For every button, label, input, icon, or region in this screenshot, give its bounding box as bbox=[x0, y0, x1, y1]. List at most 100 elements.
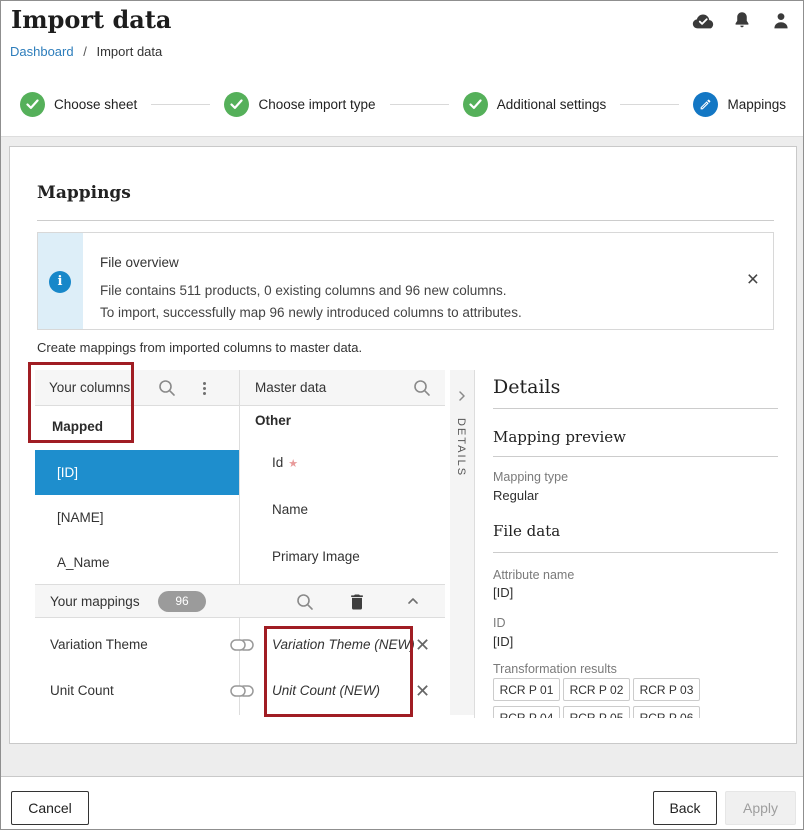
details-title: Details bbox=[493, 376, 560, 398]
step-choose-sheet[interactable]: Choose sheet bbox=[20, 92, 137, 117]
kebab-menu-icon[interactable] bbox=[195, 379, 213, 397]
wizard-stepper: Choose sheet Choose import type Addition… bbox=[1, 73, 804, 137]
your-columns-list: [ID] [NAME] A_Name bbox=[35, 450, 239, 585]
id-label: ID bbox=[493, 616, 506, 630]
mapping-row-unit-count: Unit Count Unit Count (NEW) ✕ bbox=[35, 668, 447, 714]
master-data-header: Master data bbox=[239, 370, 445, 406]
mapping-target: Unit Count (NEW) bbox=[272, 668, 380, 714]
breadcrumb-dashboard-link[interactable]: Dashboard bbox=[10, 44, 74, 59]
transformation-chip: RCR P 04 bbox=[493, 706, 560, 718]
close-icon[interactable]: × bbox=[747, 269, 759, 290]
id-value: [ID] bbox=[493, 634, 513, 649]
master-item-name[interactable]: Name bbox=[272, 502, 308, 517]
back-button[interactable]: Back bbox=[653, 791, 717, 825]
link-icon bbox=[230, 637, 254, 653]
instruction-text: Create mappings from imported columns to… bbox=[37, 340, 362, 355]
transformation-chip: RCR P 03 bbox=[633, 678, 700, 701]
search-icon[interactable] bbox=[412, 378, 432, 398]
transformation-chip: RCR P 02 bbox=[563, 678, 630, 701]
step-additional-settings[interactable]: Additional settings bbox=[463, 92, 607, 117]
details-tab-label: DETAILS bbox=[455, 418, 467, 477]
step-choose-import-type[interactable]: Choose import type bbox=[224, 92, 375, 117]
mapped-group-label: Mapped bbox=[52, 419, 103, 434]
remove-mapping-icon[interactable]: ✕ bbox=[415, 668, 430, 714]
step-label: Additional settings bbox=[497, 97, 607, 112]
mapping-type-value: Regular bbox=[493, 488, 539, 503]
step-connector bbox=[151, 104, 210, 105]
mapping-type-label: Mapping type bbox=[493, 470, 568, 484]
step-label: Mappings bbox=[727, 97, 786, 112]
step-label: Choose sheet bbox=[54, 97, 137, 112]
bell-icon[interactable] bbox=[730, 9, 754, 33]
cancel-button[interactable]: Cancel bbox=[11, 791, 89, 825]
your-columns-header: Your columns bbox=[35, 370, 239, 406]
step-done-check-icon bbox=[20, 92, 45, 117]
search-icon[interactable] bbox=[157, 378, 177, 398]
mapping-target: Variation Theme (NEW) bbox=[272, 622, 415, 668]
attribute-name-label: Attribute name bbox=[493, 568, 574, 582]
master-item-primary-image[interactable]: Primary Image bbox=[272, 549, 360, 564]
divider bbox=[37, 220, 774, 221]
transformation-chip-row: RCR P 04 RCR P 05 RCR P 06 bbox=[493, 706, 700, 718]
mappings-card: Mappings i File overview File contains 5… bbox=[9, 146, 797, 744]
your-columns-label: Your columns bbox=[49, 370, 130, 405]
cloud-check-icon[interactable] bbox=[691, 9, 715, 33]
info-icon: i bbox=[49, 271, 71, 293]
apply-button[interactable]: Apply bbox=[725, 791, 796, 825]
section-title: Mappings bbox=[37, 183, 131, 203]
details-collapse-strip[interactable]: DETAILS bbox=[450, 370, 474, 715]
trash-icon[interactable] bbox=[347, 592, 367, 612]
your-mappings-bar: Your mappings 96 bbox=[35, 584, 445, 618]
transformation-chip: RCR P 05 bbox=[563, 706, 630, 718]
mapping-row-variation-theme: Variation Theme Variation Theme (NEW) ✕ bbox=[35, 622, 447, 668]
column-row-name[interactable]: [NAME] bbox=[35, 495, 239, 540]
mappings-list: Variation Theme Variation Theme (NEW) ✕ … bbox=[35, 622, 447, 714]
remove-mapping-icon[interactable]: ✕ bbox=[415, 622, 430, 668]
footer-bar: Cancel Back Apply bbox=[1, 776, 804, 830]
attribute-name-value: [ID] bbox=[493, 585, 513, 600]
your-mappings-label: Your mappings bbox=[50, 585, 140, 618]
search-icon[interactable] bbox=[295, 592, 315, 612]
page-title: Import data bbox=[11, 5, 171, 34]
user-icon[interactable] bbox=[769, 9, 793, 33]
divider bbox=[493, 408, 778, 409]
step-connector bbox=[390, 104, 449, 105]
step-done-check-icon bbox=[224, 92, 249, 117]
master-item-id[interactable]: Id★ bbox=[272, 455, 298, 470]
transformation-results-label: Transformation results bbox=[493, 662, 617, 676]
info-box-line1: File contains 511 products, 0 existing c… bbox=[100, 283, 506, 298]
import-data-window: Import data Dashboard / Import data Choo… bbox=[0, 0, 804, 830]
mapping-preview-title: Mapping preview bbox=[493, 428, 626, 446]
step-label: Choose import type bbox=[258, 97, 375, 112]
column-row-a-name[interactable]: A_Name bbox=[35, 540, 239, 585]
details-panel: Details Mapping preview Mapping type Reg… bbox=[474, 370, 797, 718]
divider bbox=[493, 456, 778, 457]
divider bbox=[493, 552, 778, 553]
step-mappings[interactable]: Mappings bbox=[693, 92, 786, 117]
step-done-check-icon bbox=[463, 92, 488, 117]
info-strip: i bbox=[38, 233, 83, 329]
breadcrumb: Dashboard / Import data bbox=[10, 44, 162, 59]
breadcrumb-current: Import data bbox=[96, 44, 162, 59]
transformation-chip: RCR P 01 bbox=[493, 678, 560, 701]
info-box-line2: To import, successfully map 96 newly int… bbox=[100, 305, 522, 320]
other-group-label: Other bbox=[255, 413, 291, 428]
header-icons bbox=[691, 9, 793, 33]
app-header: Import data Dashboard / Import data bbox=[1, 1, 804, 73]
chevron-right-icon bbox=[457, 388, 467, 398]
transformation-chip-row: RCR P 01 RCR P 02 RCR P 03 bbox=[493, 678, 700, 701]
chevron-up-icon[interactable] bbox=[405, 593, 421, 609]
mapping-source: Unit Count bbox=[50, 668, 114, 714]
mappings-count-badge: 96 bbox=[158, 591, 206, 612]
mapping-source: Variation Theme bbox=[50, 622, 148, 668]
step-current-pencil-icon bbox=[693, 92, 718, 117]
required-star-icon: ★ bbox=[288, 458, 298, 470]
column-row-id[interactable]: [ID] bbox=[35, 450, 239, 495]
step-connector bbox=[620, 104, 679, 105]
breadcrumb-separator: / bbox=[83, 44, 87, 59]
transformation-chip: RCR P 06 bbox=[633, 706, 700, 718]
file-data-title: File data bbox=[493, 522, 560, 540]
master-data-label: Master data bbox=[255, 370, 326, 405]
file-overview-info-box: i File overview File contains 511 produc… bbox=[37, 232, 774, 330]
info-box-title: File overview bbox=[100, 255, 179, 270]
